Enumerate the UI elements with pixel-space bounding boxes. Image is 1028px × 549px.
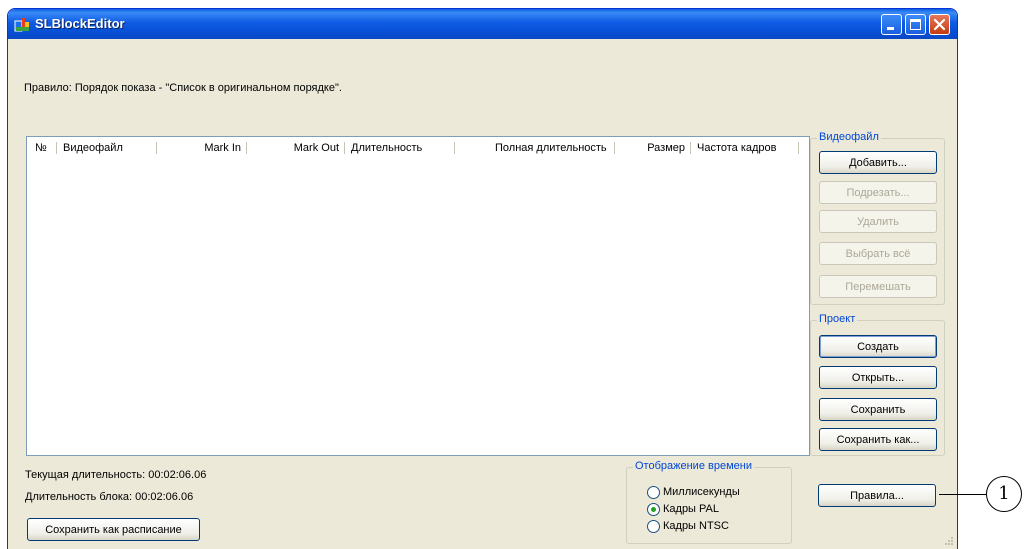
rule-description: Правило: Порядок показа - "Список в ориг… [24,82,342,94]
column-header-full-duration[interactable]: Полная длительность [455,137,615,159]
create-button[interactable]: Создать [819,335,937,358]
column-header-frame-rate[interactable]: Частота кадров [691,137,799,159]
save-as-schedule-button[interactable]: Сохранить как расписание [27,518,200,541]
project-group: Проект Создать Открыть... Сохранить Сохр… [810,313,945,456]
resize-grip-icon[interactable] [943,535,953,545]
shuffle-button[interactable]: Перемешать [819,275,937,298]
radio-frames-pal[interactable]: Кадры PAL [647,501,719,517]
maximize-button[interactable] [905,14,926,35]
radio-label: Миллисекунды [663,486,740,498]
rules-button[interactable]: Правила... [818,484,936,507]
radio-checked-icon [647,502,660,516]
add-button[interactable]: Добавить... [819,151,937,174]
minimize-icon [887,27,894,30]
window-title: SLBlockEditor [35,16,125,31]
radio-label: Кадры NTSC [663,520,729,532]
close-button[interactable] [929,14,950,35]
radio-frames-ntsc[interactable]: Кадры NTSC [647,518,729,534]
time-display-legend: Отображение времени [633,460,754,472]
save-button[interactable]: Сохранить [819,398,937,421]
column-header-mark-in[interactable]: Mark In [157,137,247,159]
delete-button[interactable]: Удалить [819,210,937,233]
project-legend: Проект [817,313,858,325]
open-button[interactable]: Открыть... [819,366,937,389]
select-all-button[interactable]: Выбрать всё [819,242,937,265]
videofile-group: Видеофайл Добавить... Подрезать... Удали… [810,131,945,305]
current-duration-label: Текущая длительность: 00:02:06.06 [25,469,207,481]
column-header-duration[interactable]: Длительность [345,137,455,159]
save-as-button[interactable]: Сохранить как... [819,428,937,451]
title-bar[interactable]: SLBlockEditor [8,9,957,39]
block-duration-label: Длительность блока: 00:02:06.06 [25,491,194,503]
column-header-videofile[interactable]: Видеофайл [57,137,157,159]
close-icon [933,18,946,31]
callout-line [939,494,986,495]
radio-icon [647,519,660,533]
app-window: SLBlockEditor Правило: Порядок показа - … [7,8,958,549]
column-header-number[interactable]: № [27,137,57,159]
videofile-legend: Видеофайл [817,131,881,143]
maximize-icon [910,19,921,30]
radio-icon [647,485,660,499]
column-header-size[interactable]: Размер [615,137,691,159]
video-list[interactable]: № Видеофайл Mark In Mark Out Длительност… [26,136,810,456]
trim-button[interactable]: Подрезать... [819,181,937,204]
radio-milliseconds[interactable]: Миллисекунды [647,484,740,500]
column-header-mark-out[interactable]: Mark Out [247,137,345,159]
app-icon [14,18,29,32]
callout-marker: 1 [986,476,1022,512]
minimize-button[interactable] [881,14,902,35]
radio-label: Кадры PAL [663,503,719,515]
time-display-group: Отображение времени Миллисекунды Кадры P… [626,460,792,544]
